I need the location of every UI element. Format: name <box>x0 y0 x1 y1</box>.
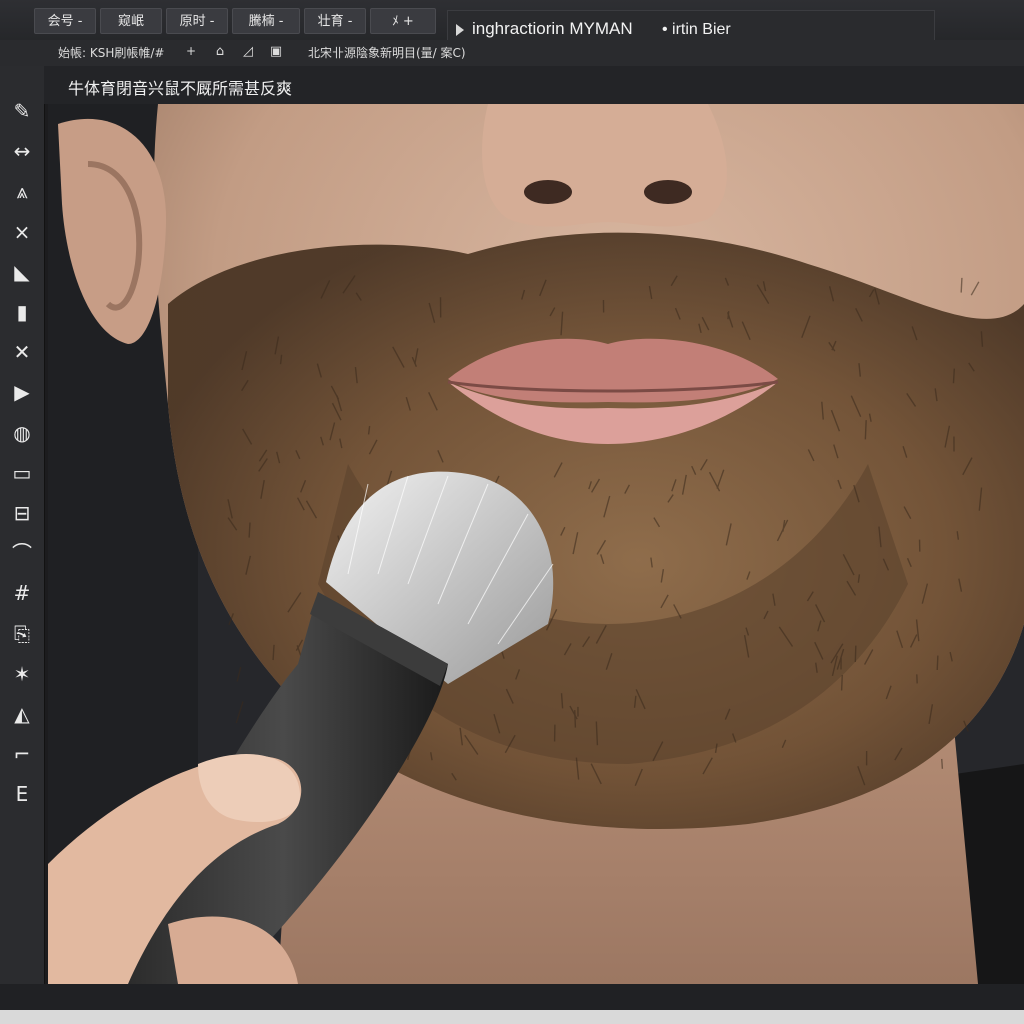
text-tool-icon[interactable]: E <box>3 777 41 811</box>
globe-tool-icon[interactable]: ◍ <box>3 416 41 450</box>
menu-item-filter[interactable]: ﾒ + <box>370 8 436 34</box>
expand-arrow-icon[interactable] <box>456 24 464 36</box>
play-tool-icon[interactable]: ▶ <box>3 375 41 409</box>
taskbar-strip <box>0 1010 1024 1024</box>
hash-tool-icon[interactable]: # <box>3 576 41 610</box>
panel-icon[interactable]: ▣ <box>268 44 284 60</box>
close-tool-icon[interactable]: × <box>3 215 41 249</box>
canvas-header: 牛体育閉音兴鼠不厩所需甚反爽 <box>44 66 1024 104</box>
swatch-tool-icon[interactable]: ▭ <box>3 456 41 490</box>
menu-item-file[interactable]: 会号 - <box>34 8 96 34</box>
clipboard-tool-icon[interactable]: ⎘ <box>3 617 41 651</box>
frame-tool-icon[interactable]: ⊟ <box>3 496 41 530</box>
brush-tool-icon[interactable]: ✎ <box>3 94 41 128</box>
menu-bar: 会号 - 窥岷 原时 - 騰楠 - 壮育 - ﾒ + inghractiorin… <box>0 0 1024 50</box>
lasso-tool-icon[interactable]: ⌒ <box>3 536 41 570</box>
options-bar: 始帳: KSH刷帳帷/# + ⌂ ◿ ▣ 北宋卝源陰象新明目(量/ 案C) <box>0 40 1024 67</box>
home-icon[interactable]: ⌂ <box>212 44 228 60</box>
canvas-caption: 牛体育閉音兴鼠不厩所需甚反爽 <box>68 79 293 98</box>
tool-strip: ✎ ↔ ⩓ × ◣ ▮ ✕ ▶ ◍ ▭ ⊟ ⌒ # ⎘ ✶ ◭ ⌐ E <box>0 66 45 1024</box>
lock-tool-icon[interactable]: ▮ <box>3 295 41 329</box>
angle-icon[interactable]: ◿ <box>240 44 256 60</box>
status-text: 北宋卝源陰象新明目(量/ 案C) <box>308 46 466 60</box>
menu-item-image[interactable]: 原时 - <box>166 8 228 34</box>
pen-tool-icon[interactable]: ⩓ <box>3 174 41 208</box>
bottom-status-bar <box>0 984 1024 1024</box>
menu-item-select[interactable]: 壮育 - <box>304 8 366 34</box>
brush-preset-label[interactable]: 始帳: KSH刷帳帷/# <box>58 44 164 61</box>
add-preset-button[interactable]: + <box>186 44 196 58</box>
photo-editor-window: 会号 - 窥岷 原时 - 騰楠 - 壮育 - ﾒ + inghractiorin… <box>0 0 1024 1024</box>
document-title: inghractiorin MYMAN <box>472 19 633 38</box>
image-canvas[interactable] <box>48 104 1024 984</box>
shape-tool-icon[interactable]: ◭ <box>3 697 41 731</box>
document-subtitle: • irtin Bier <box>662 21 731 38</box>
star-tool-icon[interactable]: ✶ <box>3 657 41 691</box>
crop-tool-icon[interactable]: ✕ <box>3 335 41 369</box>
menu-item-layer[interactable]: 騰楠 - <box>232 8 300 34</box>
portrait-photo <box>48 104 1024 984</box>
select-tool-icon[interactable]: ◣ <box>3 255 41 289</box>
menu-item-edit[interactable]: 窥岷 <box>100 8 162 34</box>
bracket-tool-icon[interactable]: ⌐ <box>3 737 41 771</box>
move-tool-icon[interactable]: ↔ <box>3 134 41 168</box>
